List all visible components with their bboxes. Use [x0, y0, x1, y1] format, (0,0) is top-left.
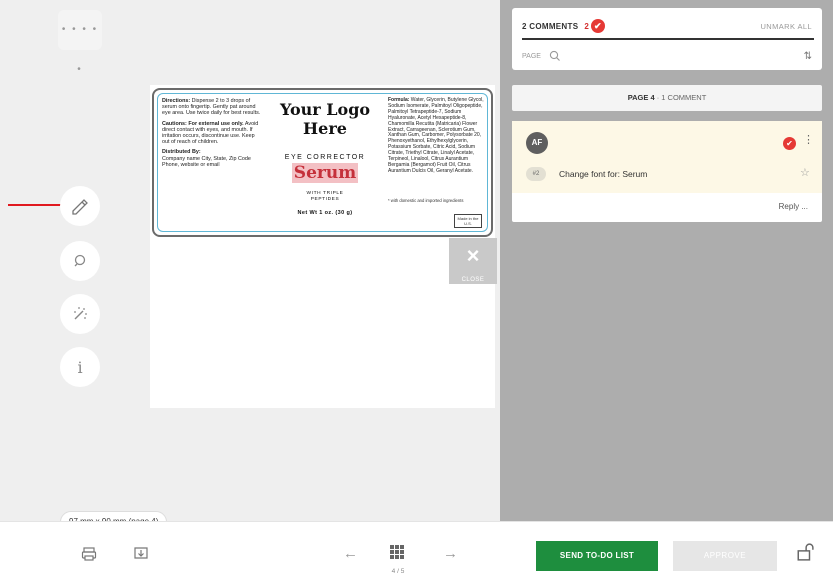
search-icon[interactable]: [549, 50, 561, 62]
distributed-text: Company name City, State, Zip Code Phone…: [162, 155, 251, 168]
tagline-line-2: PEPTIDES: [310, 197, 340, 202]
comment-card[interactable]: AF ✔ ⋮ #2 Change font for: Serum ☆ Reply…: [512, 121, 822, 222]
pages-grid-icon[interactable]: [390, 545, 404, 559]
prev-page-icon[interactable]: ←: [343, 545, 358, 562]
pencil-icon: [72, 199, 88, 215]
approve-button[interactable]: APPROVE: [673, 541, 777, 571]
label-formula: Formula: Water, Glycerin, Butylene Glyco…: [388, 97, 486, 175]
info-icon: i: [77, 357, 83, 377]
logo-line-2: Here: [303, 119, 347, 138]
logo-placeholder: Your Logo Here: [264, 100, 386, 138]
label-center-column: Your Logo Here EYE CORRECTOR Serum WITH …: [264, 100, 386, 216]
header-divider: [522, 38, 814, 40]
comment-text: Change font for: Serum: [559, 169, 648, 179]
comments-header-card: 2 COMMENTS 2 ✔ UNMARK ALL PAGE ⇅: [512, 8, 822, 70]
sort-icon[interactable]: ⇅: [804, 51, 812, 62]
formula-text: Water, Glycerin, Butylene Glycol, Sodium…: [388, 97, 484, 174]
logo-line-1: Your Logo: [279, 100, 371, 119]
reply-button[interactable]: Reply ...: [779, 202, 808, 211]
unlock-icon: [797, 543, 814, 561]
check-icon: ✔: [590, 19, 605, 33]
magic-tool-button[interactable]: [60, 294, 100, 334]
next-page-icon[interactable]: →: [443, 545, 458, 562]
comments-panel: [500, 0, 833, 521]
close-icon: ×: [466, 243, 480, 268]
info-tool-button[interactable]: i: [60, 347, 100, 387]
product-label[interactable]: Directions: Dispense 2 to 3 drops of ser…: [152, 88, 493, 237]
zoom-tool-button[interactable]: [60, 241, 100, 281]
made-in-badge: Made in the U.S.: [454, 214, 482, 228]
print-icon: [81, 547, 97, 561]
lock-button[interactable]: [796, 543, 814, 564]
comment-body: [512, 121, 822, 193]
page-group-title: PAGE 4: [627, 93, 655, 102]
avatar: AF: [526, 132, 548, 154]
cautions-heading: Cautions: For external use only.: [162, 120, 244, 127]
comments-count: 2 COMMENTS: [522, 21, 579, 31]
product-tagline: WITH TRIPLE PEPTIDES: [264, 191, 386, 203]
directions-heading: Directions:: [162, 98, 191, 104]
net-weight: Net Wt 1 oz. (30 g): [297, 210, 353, 216]
edit-tool-button[interactable]: [60, 186, 100, 226]
unmark-all-button[interactable]: UNMARK ALL: [760, 22, 812, 31]
more-options-icon[interactable]: ⋮: [803, 133, 814, 146]
print-button[interactable]: [81, 546, 97, 565]
product-name-highlighted[interactable]: Serum: [291, 163, 359, 183]
comment-number-badge: #2: [526, 167, 546, 181]
product-subtitle: EYE CORRECTOR: [284, 154, 366, 161]
label-left-column: Directions: Dispense 2 to 3 drops of ser…: [162, 98, 262, 172]
magic-wand-icon: [74, 307, 87, 320]
page-indicator: 4 / 5: [391, 568, 405, 575]
download-button[interactable]: [133, 545, 149, 564]
star-icon[interactable]: ☆: [800, 166, 810, 179]
organic-note: * with domestic and imported ingredients: [388, 198, 464, 203]
page-filter-label[interactable]: PAGE: [522, 53, 541, 60]
zoom-icon: [74, 254, 86, 267]
resolved-count: 2: [584, 21, 589, 31]
resolved-check-icon[interactable]: ✔: [783, 137, 796, 150]
close-label: CLOSE: [461, 277, 485, 283]
send-todo-button[interactable]: SEND TO-DO LIST: [536, 541, 658, 571]
download-icon: [134, 547, 148, 559]
options-dots-button[interactable]: • • • • •: [58, 10, 102, 75]
page-group-header[interactable]: PAGE 4 · 1 COMMENT: [512, 85, 822, 111]
close-button[interactable]: × CLOSE: [449, 238, 497, 284]
distributed-heading: Distributed By:: [162, 149, 201, 156]
page-group-count: · 1 COMMENT: [654, 93, 707, 102]
